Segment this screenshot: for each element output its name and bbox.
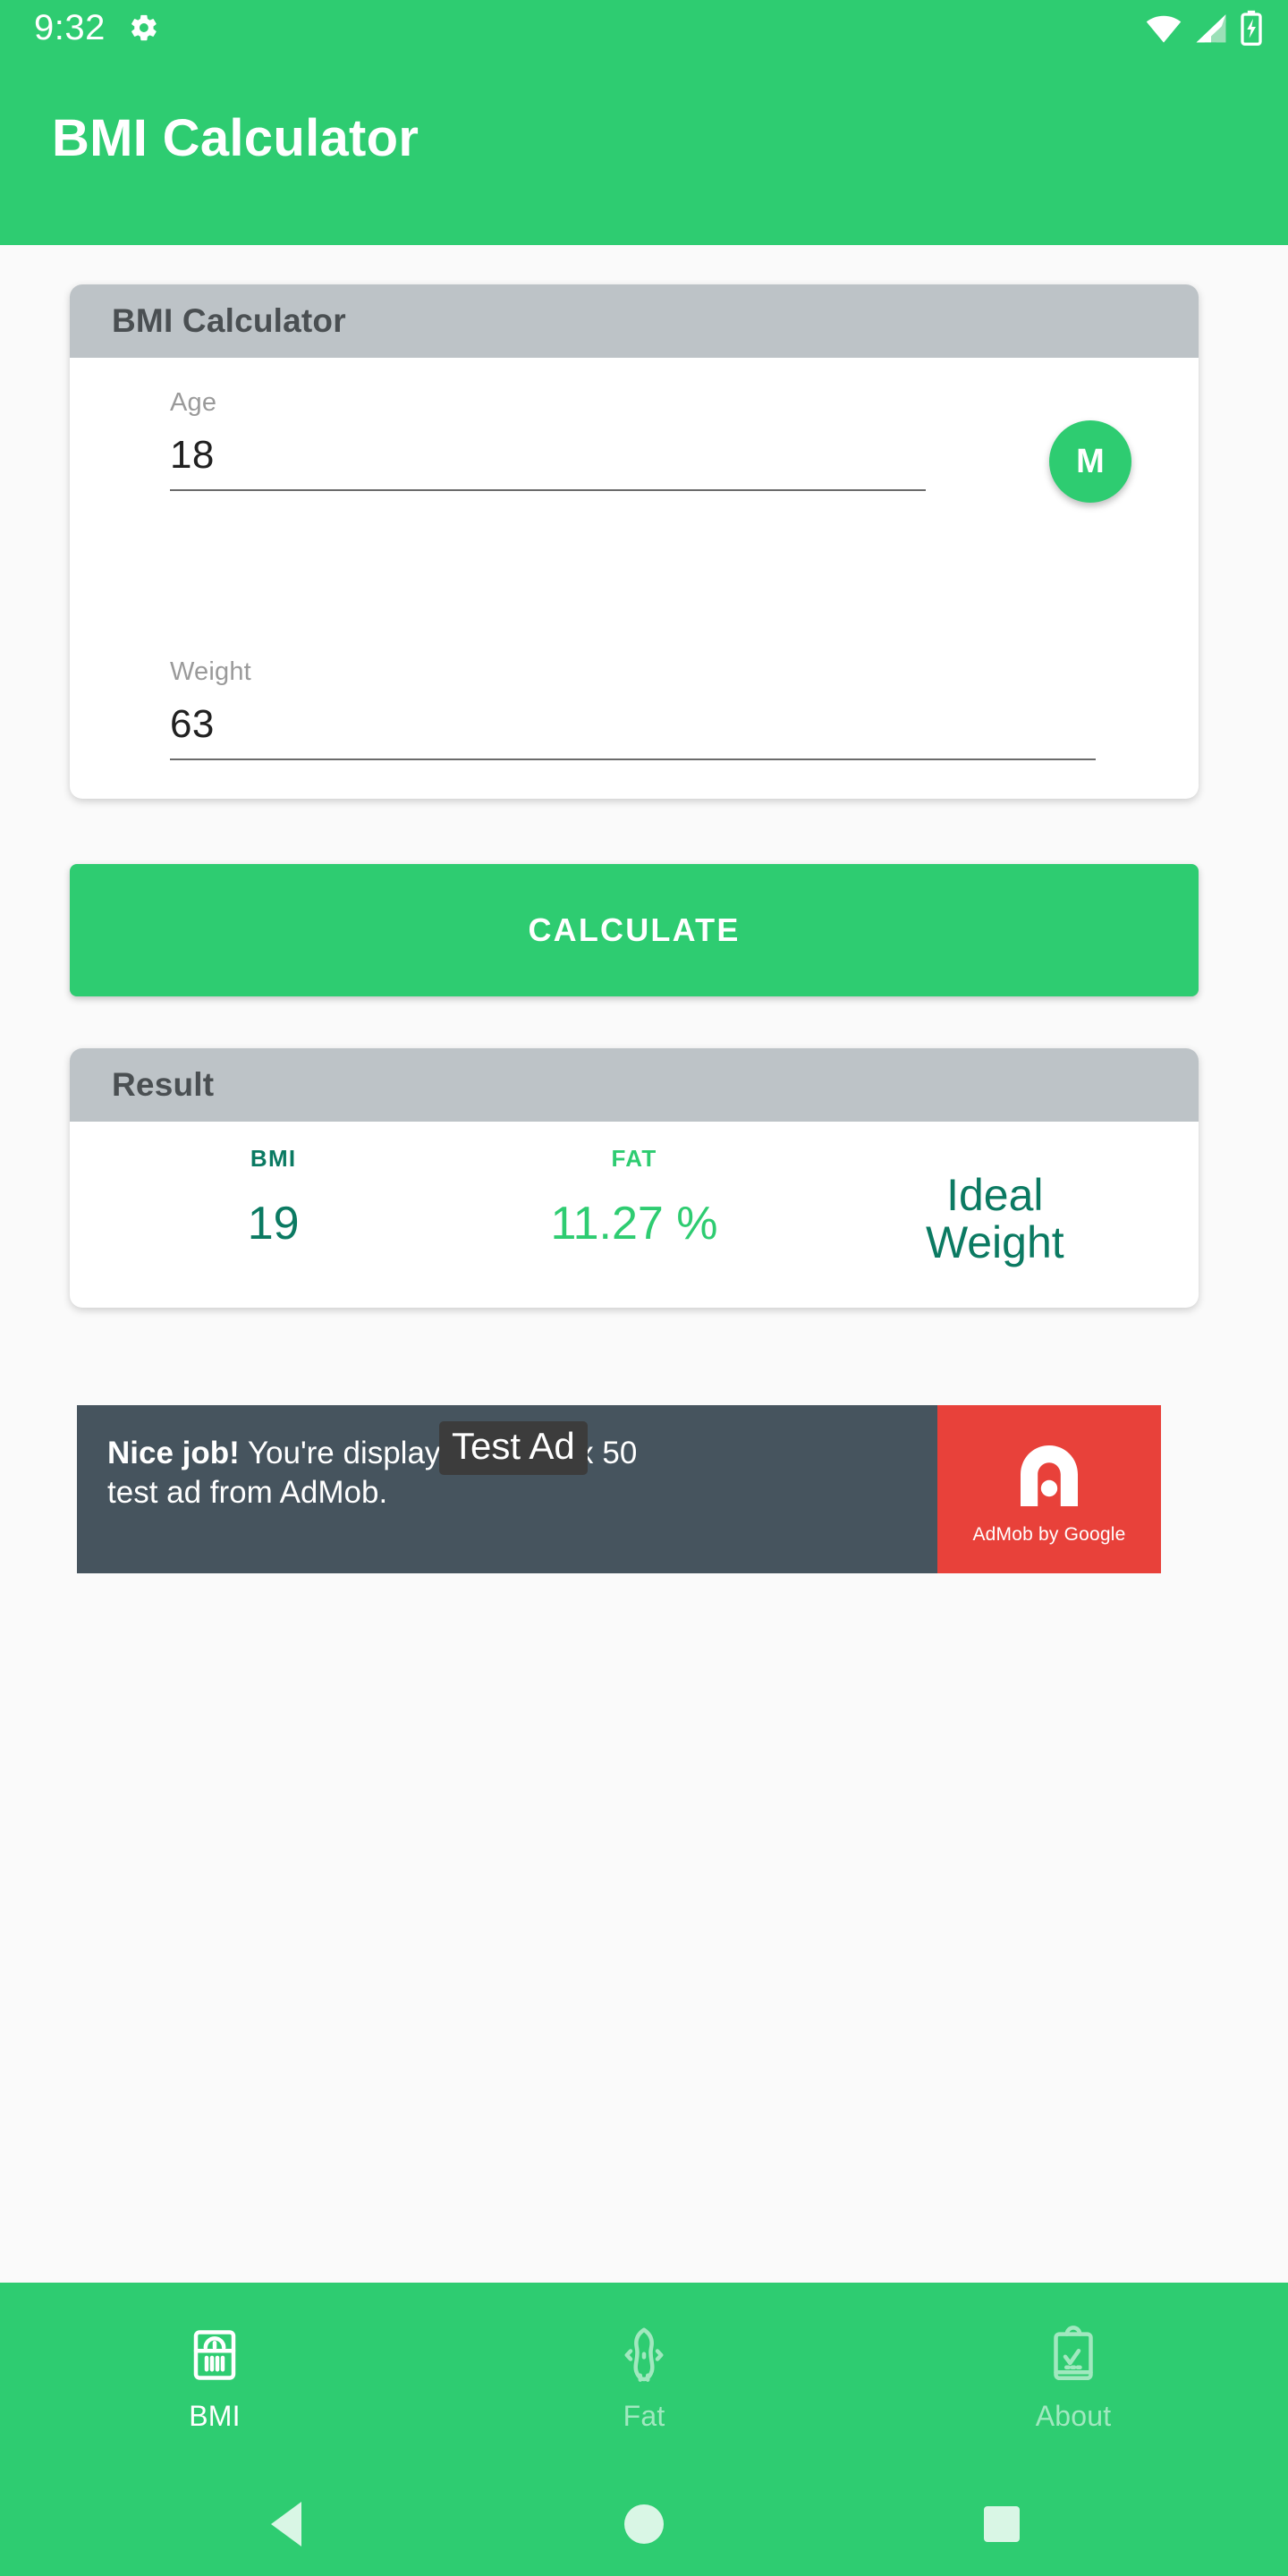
- age-input[interactable]: 18: [170, 436, 926, 489]
- android-system-navigation: [0, 2472, 1288, 2576]
- result-card: Result BMI 19 FAT 11.27 % Ideal Weight: [70, 1048, 1199, 1308]
- result-card-title: Result: [112, 1066, 215, 1103]
- nav-label-bmi: BMI: [189, 2399, 241, 2432]
- bottom-navigation: BMI Fat About: [0, 2283, 1288, 2472]
- body-fat-icon: [612, 2323, 676, 2387]
- result-category: Ideal Weight: [815, 1145, 1175, 1267]
- ad-banner-headline: Nice job!: [107, 1436, 240, 1470]
- gender-toggle-button[interactable]: M: [1049, 420, 1131, 503]
- status-bar: 9:32: [0, 0, 1288, 55]
- clipboard-check-icon: [1041, 2323, 1106, 2387]
- ad-banner-line2: test ad from AdMob.: [107, 1475, 388, 1511]
- back-triangle-icon: [271, 2502, 301, 2546]
- home-circle-icon: [624, 2504, 664, 2544]
- weight-value: 63: [170, 702, 215, 746]
- back-button[interactable]: [260, 2498, 312, 2550]
- ad-banner-text: Nice job! You're displaying a 320 x 50 t…: [77, 1405, 937, 1573]
- home-button[interactable]: [618, 2498, 670, 2550]
- nav-item-fat[interactable]: Fat: [429, 2323, 859, 2433]
- calculate-button[interactable]: CALCULATE: [70, 864, 1199, 996]
- recents-button[interactable]: [976, 2498, 1028, 2550]
- main-content: BMI Calculator Age 18 M Weight 63 CALCUL…: [0, 245, 1288, 2283]
- nav-label-about: About: [1035, 2399, 1112, 2432]
- weight-field-group: Weight 63: [170, 657, 1096, 760]
- result-fat-value: 11.27 %: [550, 1198, 718, 1250]
- admob-logo-caption: AdMob by Google: [972, 1524, 1126, 1545]
- nav-item-bmi[interactable]: BMI: [0, 2323, 429, 2433]
- app-bar: BMI Calculator: [0, 55, 1288, 245]
- weight-input-underline: [170, 758, 1096, 760]
- battery-charging-icon: [1240, 10, 1263, 46]
- result-fat: FAT 11.27 %: [453, 1145, 814, 1249]
- recents-square-icon: [984, 2506, 1020, 2542]
- weight-input[interactable]: 63: [170, 705, 1096, 758]
- admob-glyph-icon: [1006, 1433, 1092, 1519]
- weight-label: Weight: [170, 657, 251, 686]
- bmi-scale-icon: [182, 2323, 247, 2387]
- gender-toggle-label: M: [1076, 442, 1105, 480]
- nav-item-about[interactable]: About: [859, 2323, 1288, 2433]
- status-bar-clock: 9:32: [34, 8, 106, 47]
- result-category-value: Ideal Weight: [925, 1170, 1064, 1267]
- admob-test-ad-banner[interactable]: Nice job! You're displaying a 320 x 50 t…: [77, 1405, 1161, 1573]
- admob-logo: AdMob by Google: [937, 1405, 1161, 1573]
- bmi-input-card-header: BMI Calculator: [70, 284, 1199, 358]
- bmi-input-card-title: BMI Calculator: [112, 302, 346, 339]
- result-bmi-label: BMI: [250, 1145, 297, 1172]
- app-screen: 9:32 BMI Calculator BMI Calculator Age 1…: [0, 0, 1288, 2576]
- result-bmi: BMI 19: [93, 1145, 453, 1249]
- age-label: Age: [170, 388, 217, 417]
- gear-icon: [129, 13, 159, 43]
- status-bar-left: 9:32: [34, 10, 159, 46]
- wifi-icon: [1145, 12, 1182, 44]
- cellular-signal-icon: [1193, 12, 1229, 44]
- test-ad-chip: Test Ad: [439, 1421, 588, 1476]
- bmi-input-card: BMI Calculator Age 18 M Weight 63: [70, 284, 1199, 799]
- result-card-body: BMI 19 FAT 11.27 % Ideal Weight: [70, 1122, 1199, 1308]
- age-input-underline: [170, 489, 926, 491]
- bmi-input-card-body: Age 18 M Weight 63 Heig: [70, 358, 1199, 799]
- result-card-header: Result: [70, 1048, 1199, 1122]
- status-bar-right: [1145, 10, 1263, 46]
- result-fat-label: FAT: [611, 1145, 657, 1172]
- nav-label-fat: Fat: [623, 2399, 665, 2432]
- page-title: BMI Calculator: [52, 108, 419, 167]
- age-field-group: Age 18: [170, 388, 926, 491]
- result-bmi-value: 19: [247, 1198, 300, 1250]
- age-value: 18: [170, 433, 215, 477]
